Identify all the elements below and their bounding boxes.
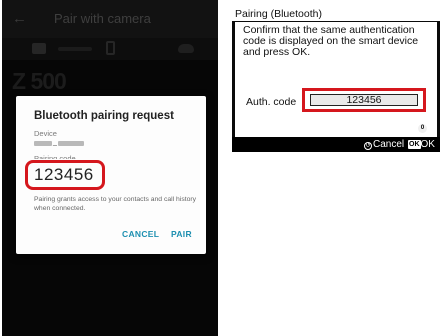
pairing-info: Pairing grants access to your contacts a… bbox=[34, 196, 197, 212]
cloud-icon[interactable] bbox=[178, 44, 194, 53]
confirm-message: Confirm that the same authentication cod… bbox=[243, 24, 419, 58]
dialog-title: Bluetooth pairing request bbox=[34, 110, 174, 122]
device-name-part bbox=[34, 141, 52, 146]
camera-model: Z 500 bbox=[12, 68, 67, 94]
pair-button[interactable]: PAIR bbox=[171, 229, 192, 239]
device-label: Device bbox=[34, 129, 57, 138]
camera-body: Confirm that the same authentication cod… bbox=[235, 22, 437, 137]
bluetooth-pairing-dialog: Bluetooth pairing request Device _ Pairi… bbox=[16, 96, 206, 254]
app-bar: ← Pair with camera bbox=[2, 0, 218, 38]
camera-icon[interactable] bbox=[32, 43, 46, 54]
camera-header-title: Pairing (Bluetooth) bbox=[235, 8, 322, 20]
auth-code-highlight: 123456 bbox=[302, 88, 426, 112]
auth-code: 123456 bbox=[346, 94, 382, 106]
camera-screen: Pairing (Bluetooth) Confirm that the sam… bbox=[232, 7, 440, 152]
camera-header: Pairing (Bluetooth) bbox=[232, 7, 440, 21]
ok-icon: OK bbox=[408, 140, 421, 149]
device-name-part bbox=[58, 141, 84, 146]
auth-code-label: Auth. code bbox=[246, 96, 297, 108]
device-name: _ bbox=[53, 139, 57, 146]
camera-ok-button[interactable]: OKOK bbox=[408, 139, 435, 150]
info-badge: 0 bbox=[418, 124, 427, 133]
camera-footer: ↺ Cancel OKOK bbox=[232, 137, 440, 152]
camera-cancel-button[interactable]: ↺ Cancel bbox=[364, 139, 404, 150]
camera-ok-label: OK bbox=[420, 139, 435, 150]
cancel-button[interactable]: CANCEL bbox=[122, 229, 159, 239]
auth-code-box: 123456 bbox=[310, 94, 418, 106]
smartphone-icon[interactable] bbox=[106, 41, 115, 55]
app-bar-title: Pair with camera bbox=[54, 11, 151, 26]
camera-cancel-label: Cancel bbox=[373, 139, 405, 150]
arrow-back-icon[interactable]: ← bbox=[12, 10, 27, 28]
toolbar bbox=[2, 38, 218, 60]
device-name-separator: _ bbox=[53, 139, 57, 146]
pairing-code-label: Pairing code bbox=[34, 154, 76, 159]
phone-screen: ← Pair with camera Z 500 Bluetooth pairi… bbox=[2, 0, 218, 336]
pairing-code: 123456 bbox=[34, 165, 94, 184]
toolbar-status bbox=[58, 47, 92, 51]
cancel-icon: ↺ bbox=[364, 142, 372, 150]
